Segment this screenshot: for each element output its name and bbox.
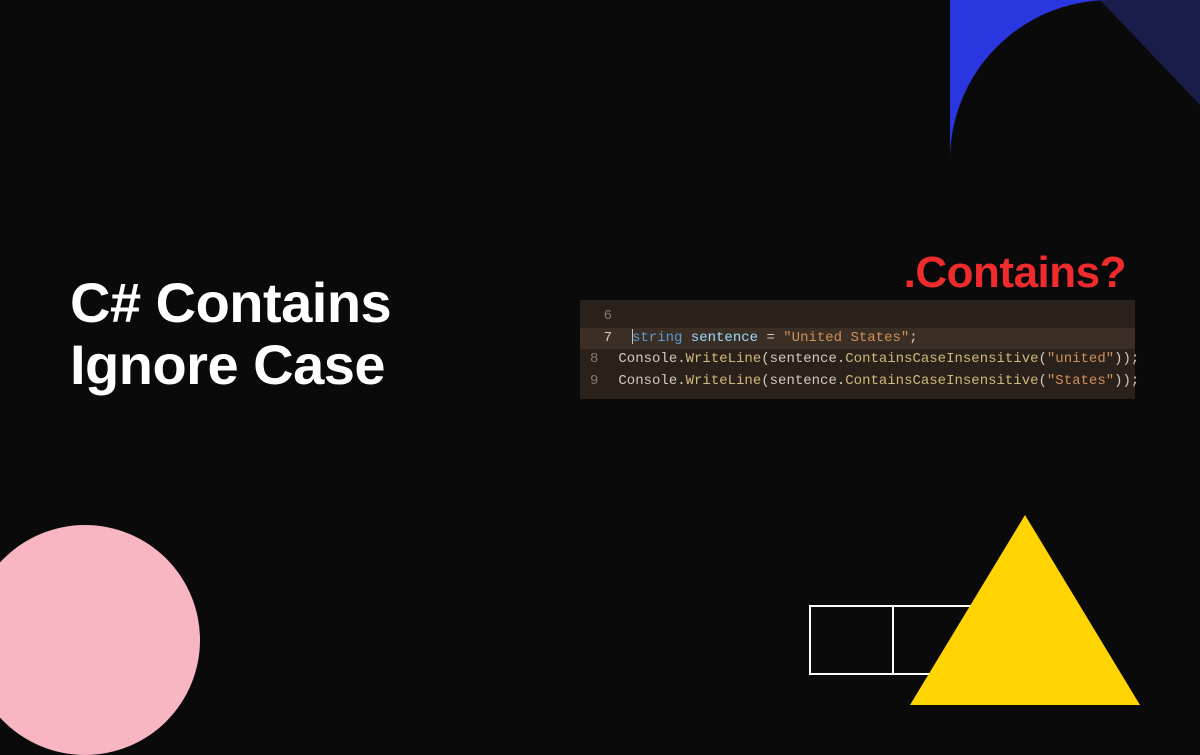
title-line-2: Ignore Case — [70, 334, 391, 396]
line-number: 6 — [590, 306, 612, 328]
title-line-1: C# Contains — [70, 272, 391, 334]
code-line: 7 string sentence = "United States"; — [580, 328, 1135, 350]
blue-quarter-circle-shape — [950, 0, 1110, 160]
code-line: 9Console.WriteLine(sentence.ContainsCase… — [580, 371, 1135, 393]
code-editor: 67 string sentence = "United States";8Con… — [580, 300, 1135, 399]
main-title: C# Contains Ignore Case — [70, 272, 391, 395]
code-line: 6 — [580, 306, 1135, 328]
line-number: 7 — [590, 328, 612, 350]
subtitle-contains: .Contains? — [904, 248, 1126, 298]
code-content: Console.WriteLine(sentence.ContainsCaseI… — [618, 349, 1139, 371]
code-content: Console.WriteLine(sentence.ContainsCaseI… — [618, 371, 1139, 393]
yellow-triangle-shape — [910, 515, 1140, 705]
code-line: 8Console.WriteLine(sentence.ContainsCase… — [580, 349, 1135, 371]
code-content: string sentence = "United States"; — [632, 328, 918, 350]
line-number: 9 — [590, 371, 598, 393]
line-number: 8 — [590, 349, 598, 371]
pink-circle-shape — [0, 525, 200, 755]
navy-triangle-shape — [1100, 0, 1200, 105]
